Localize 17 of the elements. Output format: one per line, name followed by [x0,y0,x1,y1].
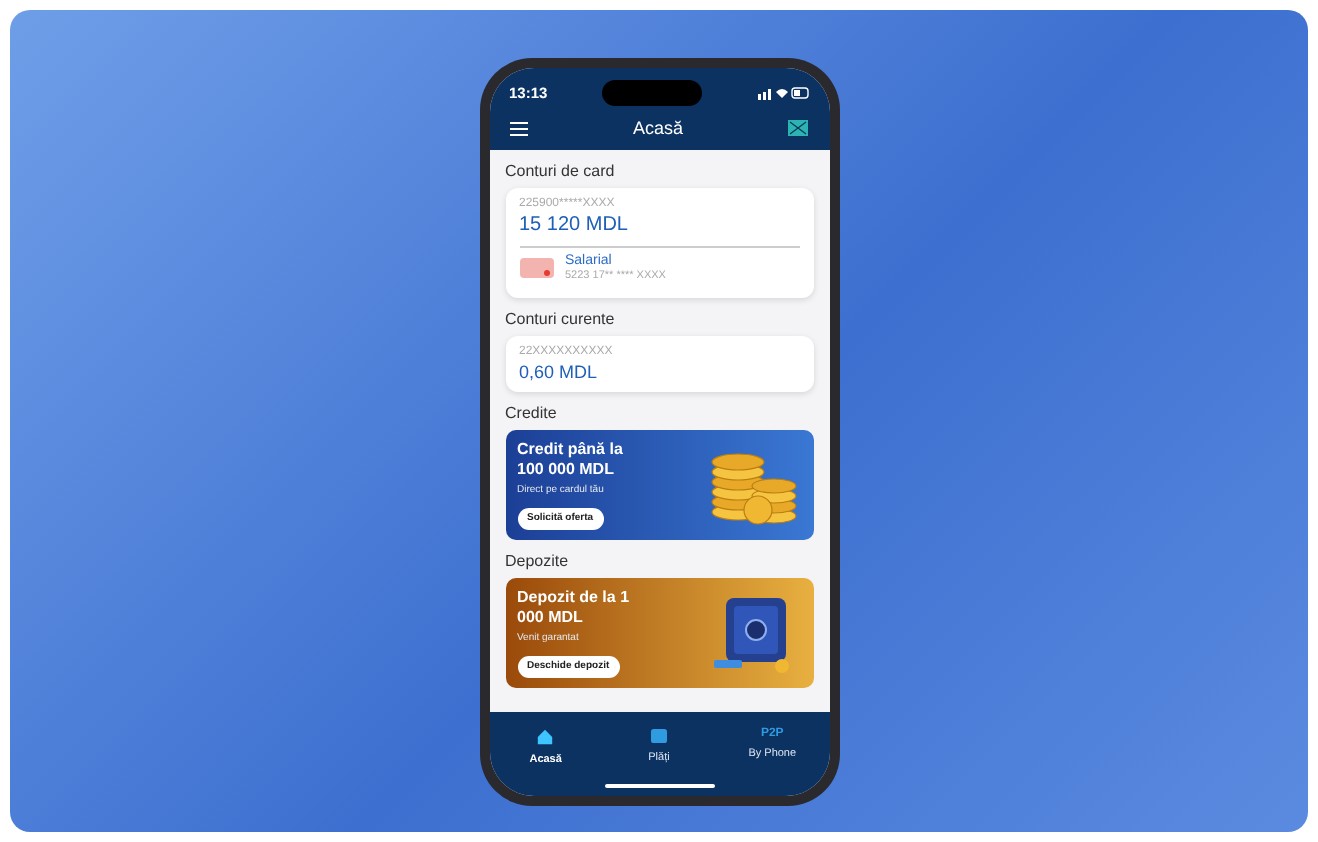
section-title: Credite [505,402,559,427]
promo-headline: Credit până la 100 000 MDL [517,440,625,481]
account-balance: 15 120 MDL [519,214,630,239]
wallet-icon [649,727,668,743]
section-title: Depozite [505,550,571,575]
header-title: Acasă [632,115,683,141]
menu-icon[interactable] [509,121,527,136]
home-indicator [604,783,714,787]
promo-headline: Depozit de la 1 000 MDL [517,588,632,629]
dynamic-island [602,80,703,106]
status-icons [757,86,809,100]
account-balance: 0,60 MDL [519,362,600,385]
section-title: Conturi de card [505,160,617,184]
home-icon [536,727,555,745]
bank-card-icon [519,258,553,279]
mail-icon[interactable] [788,120,809,137]
section-title: Conturi curente [505,308,617,333]
